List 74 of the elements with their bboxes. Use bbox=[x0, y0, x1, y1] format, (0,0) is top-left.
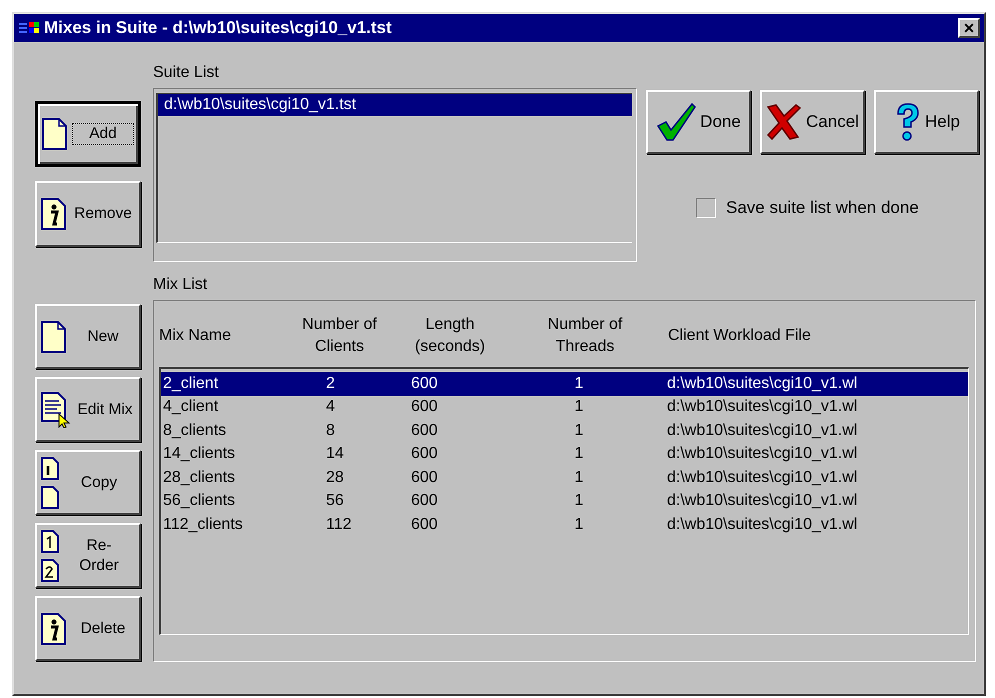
table-cell-text: 1 bbox=[574, 516, 584, 534]
table-cell-text: 600 bbox=[411, 445, 439, 464]
table-cell: d:\wb10\suites\cgi10_v1.wl bbox=[667, 468, 858, 487]
table-cell-text: 4_client bbox=[163, 398, 220, 416]
table-cell-text: 1 bbox=[574, 468, 584, 487]
table-cell-text: 1 bbox=[574, 445, 584, 464]
table-cell-text: 1 bbox=[574, 398, 584, 416]
side-button[interactable]: Delete bbox=[35, 596, 141, 661]
close-button[interactable]: × bbox=[958, 18, 980, 38]
info-page-icon bbox=[41, 198, 67, 230]
table-cell-text: 600 bbox=[411, 492, 439, 510]
table-cell-text: 112 bbox=[326, 516, 353, 534]
suite-list-label: Suite List bbox=[153, 64, 220, 83]
mix-row[interactable]: 112_clients 112 600 1 d:\wb10\suites\cgi10_v1.wl bbox=[161, 513, 968, 536]
page-icon bbox=[42, 118, 68, 150]
column-header: Mix Name bbox=[159, 326, 232, 346]
table-cell-text: 600 bbox=[411, 516, 439, 534]
table-cell: d:\wb10\suites\cgi10_v1.wl bbox=[667, 516, 858, 534]
side-button[interactable]: Edit Mix bbox=[35, 377, 141, 442]
table-cell-text: 600 bbox=[411, 468, 439, 487]
table-cell-text: 56 bbox=[326, 492, 345, 510]
mix-row[interactable]: 2_client 2 600 1 d:\wb10\suites\cgi10_v1.wl bbox=[161, 372, 968, 396]
table-cell-text: 2 bbox=[326, 374, 336, 393]
mix-row[interactable]: 14_clients 14 600 1 d:\wb10\suites\cgi10_v1.wl bbox=[161, 442, 968, 466]
table-cell-text: 28_clients bbox=[163, 468, 236, 487]
table-cell-text: 14_clients bbox=[163, 445, 236, 464]
table-cell: d:\wb10\suites\cgi10_v1.wl bbox=[667, 445, 858, 464]
checkbox-label[interactable]: Save suite list when done bbox=[726, 198, 919, 218]
dialog-button[interactable]: Done bbox=[646, 90, 751, 154]
window-title: Mixes in Suite - d:\wb10\suites\cgi10_v1.tst bbox=[44, 18, 393, 38]
mix-row[interactable]: 8_clients 8 600 1 d:\wb10\suites\cgi10_v1.wl bbox=[161, 419, 968, 442]
side-button[interactable]: Remove bbox=[35, 181, 141, 247]
column-header: Number of Threads bbox=[546, 314, 624, 357]
info-page-icon bbox=[41, 612, 67, 644]
mix-row[interactable]: 56_clients 56 600 1 d:\wb10\suites\cgi10_v1.wl bbox=[161, 490, 968, 513]
table-cell-text: 1 bbox=[574, 492, 584, 510]
table-cell-text: 8 bbox=[326, 422, 336, 440]
side-button[interactable]: Add bbox=[35, 101, 141, 167]
column-header: Client Workload File bbox=[667, 326, 811, 346]
table-cell-text: 14 bbox=[326, 445, 345, 464]
table-cell-text: 28 bbox=[326, 468, 345, 487]
side-button[interactable]: Copy bbox=[35, 450, 141, 515]
table-cell-text: 600 bbox=[411, 398, 439, 416]
table-cell-text: 1 bbox=[574, 374, 584, 393]
side-button[interactable]: Re- Order bbox=[35, 523, 141, 588]
table-cell: d:\wb10\suites\cgi10_v1.wl bbox=[667, 492, 858, 510]
table-cell-text: 600 bbox=[411, 422, 439, 440]
copy-pages-icon bbox=[41, 456, 59, 508]
side-button[interactable]: New bbox=[35, 304, 141, 369]
app-icon bbox=[18, 21, 40, 35]
checkmark-icon bbox=[656, 102, 696, 142]
mix-list-label: Mix List bbox=[153, 276, 208, 295]
mix-row[interactable]: 28_clients 28 600 1 d:\wb10\suites\cgi10_v1.wl bbox=[161, 466, 968, 490]
dialog-button[interactable]: Help bbox=[874, 90, 979, 154]
suite-list-item[interactable]: d:\wb10\suites\cgi10_v1.tst bbox=[158, 94, 632, 116]
table-cell-text: 1 bbox=[574, 422, 584, 440]
table-cell-text: 56_clients bbox=[163, 492, 236, 510]
cross-icon bbox=[766, 103, 802, 141]
table-cell-text: 600 bbox=[411, 374, 439, 393]
table-cell-text: 112_clients bbox=[163, 516, 244, 534]
edit-page-icon bbox=[41, 392, 71, 428]
table-cell: d:\wb10\suites\cgi10_v1.wl bbox=[667, 374, 858, 393]
table-cell-text: 2_client bbox=[163, 374, 220, 393]
column-header: Number of Clients bbox=[301, 314, 378, 357]
table-cell-text: 4 bbox=[326, 398, 336, 416]
checkbox[interactable] bbox=[696, 198, 716, 218]
dialog-button[interactable]: Cancel bbox=[760, 90, 865, 154]
numbered-pages-icon bbox=[41, 530, 59, 582]
table-cell-text: 8_clients bbox=[163, 422, 228, 440]
table-cell: d:\wb10\suites\cgi10_v1.wl bbox=[667, 398, 858, 416]
table-cell: d:\wb10\suites\cgi10_v1.wl bbox=[667, 422, 858, 440]
page-icon bbox=[41, 320, 67, 352]
column-header: Length (seconds) bbox=[414, 314, 486, 357]
mix-row[interactable]: 4_client 4 600 1 d:\wb10\suites\cgi10_v1.wl bbox=[161, 396, 968, 419]
